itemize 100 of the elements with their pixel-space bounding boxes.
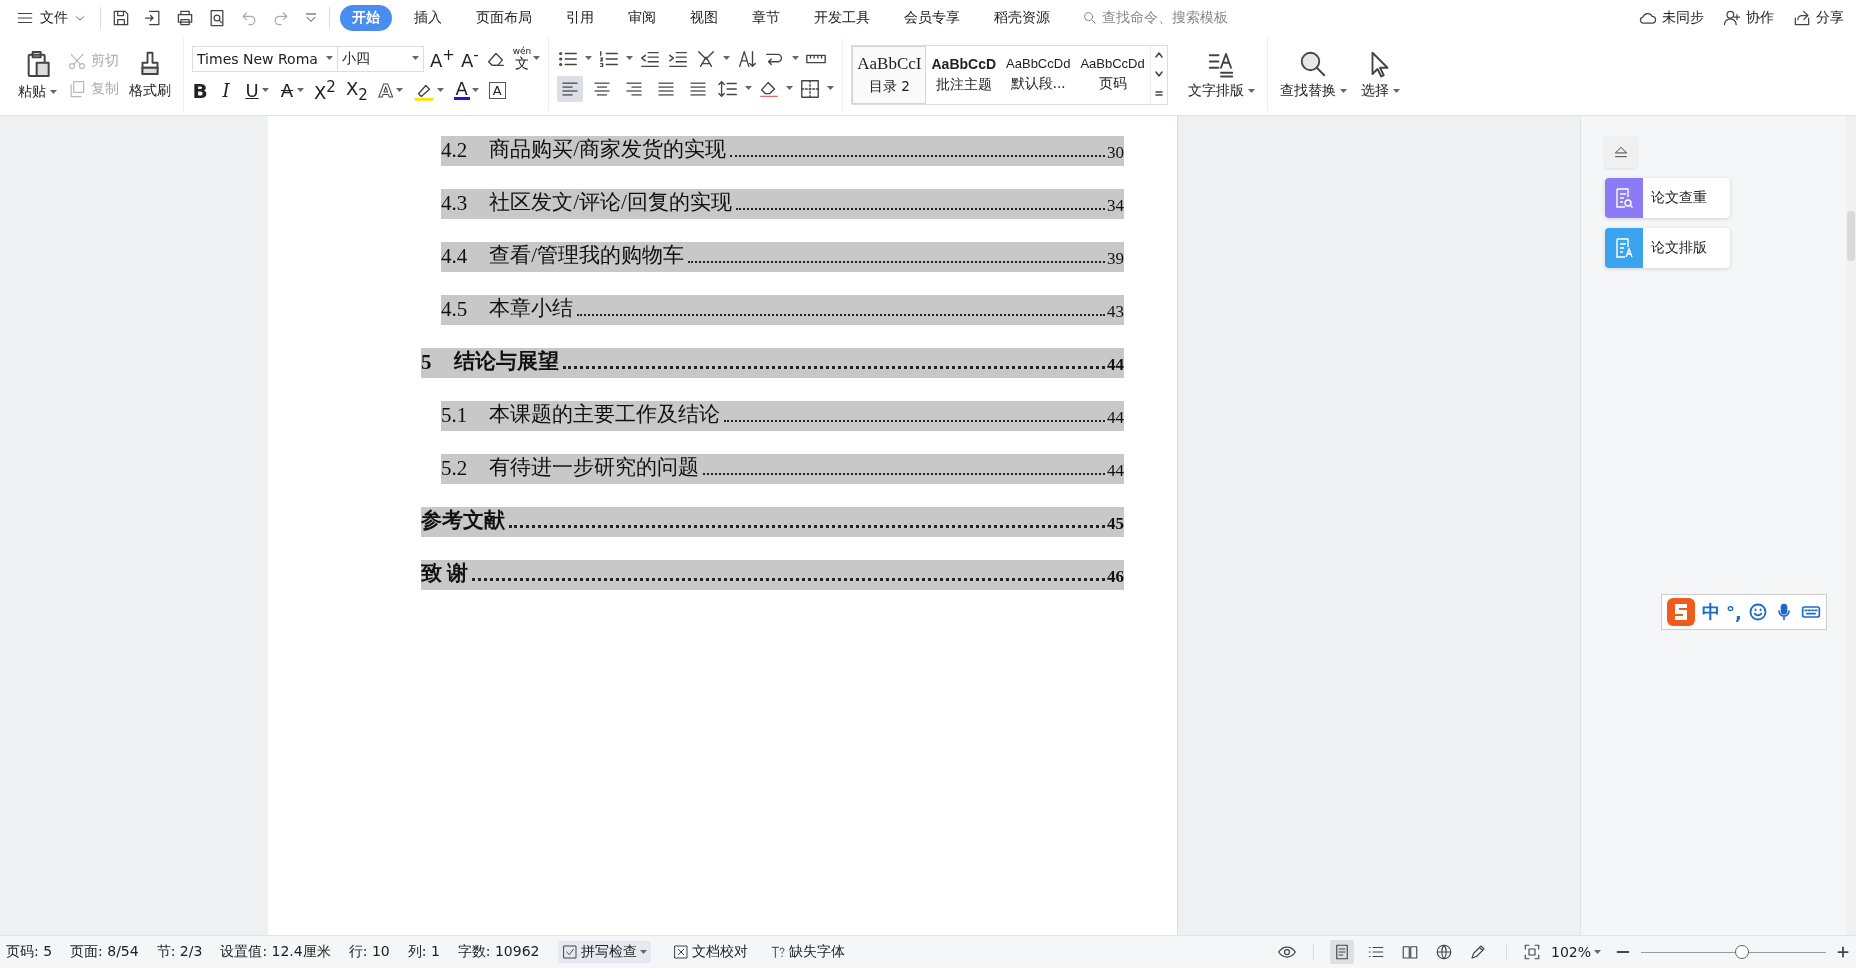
- side-tool-button[interactable]: 论文查重: [1605, 178, 1730, 218]
- checkbox-icon[interactable]: [561, 944, 578, 960]
- close-box-icon[interactable]: [672, 944, 689, 960]
- toc-entry[interactable]: 5.2 有待进一步研究的问题 44: [441, 454, 1124, 484]
- sync-button[interactable]: 未同步: [1638, 8, 1704, 28]
- style-preset[interactable]: AaBbCcI 目录 2: [852, 45, 927, 104]
- side-tool-button[interactable]: 论文排版: [1605, 228, 1730, 268]
- toc-entry[interactable]: 致 谢 46: [421, 560, 1124, 590]
- ribbon-tab[interactable]: 视图: [678, 5, 730, 31]
- paste-button[interactable]: 粘贴: [14, 46, 61, 103]
- caret-icon[interactable]: [1594, 949, 1601, 955]
- outline-button[interactable]: A: [377, 80, 394, 101]
- ribbon-tab[interactable]: 稻壳资源: [982, 5, 1062, 31]
- pinyin-button[interactable]: wén 文: [512, 47, 532, 71]
- share-icon[interactable]: [1792, 8, 1812, 28]
- format-button[interactable]: X$_{2}$: [345, 77, 368, 104]
- status-field: 页码: 5: [6, 943, 53, 961]
- format-button[interactable]: X$^{2}$: [314, 78, 336, 103]
- borders-icon[interactable]: [799, 77, 822, 100]
- grow-font-button[interactable]: A$^{+}$: [430, 46, 455, 72]
- ime-toolbar[interactable]: 中 °,: [1661, 594, 1827, 630]
- toc-entry[interactable]: 4.5 本章小结 43: [441, 295, 1124, 325]
- emoji-icon[interactable]: [1747, 602, 1768, 622]
- toc-entry[interactable]: 5 结论与展望 44: [421, 348, 1124, 378]
- collapse-button[interactable]: [1605, 136, 1637, 168]
- caret-icon[interactable]: [639, 949, 647, 955]
- caret-icon[interactable]: [436, 88, 444, 93]
- caret-icon[interactable]: [792, 56, 800, 61]
- caret-icon[interactable]: [827, 86, 835, 91]
- underline-button[interactable]: U: [244, 80, 260, 101]
- tool-icon-tile[interactable]: [1605, 228, 1643, 268]
- bold-button[interactable]: B: [192, 78, 208, 103]
- scroll-down-icon[interactable]: [1153, 70, 1164, 79]
- missing-fonts-button[interactable]: 缺失字体: [769, 943, 845, 961]
- caret-icon[interactable]: [786, 86, 794, 91]
- collaborate-button[interactable]: 协作: [1722, 8, 1774, 28]
- boxed-button[interactable]: A: [488, 82, 506, 99]
- ribbon-tab[interactable]: 章节: [740, 5, 792, 31]
- ime-punctuation[interactable]: °,: [1726, 601, 1742, 623]
- ribbon-tab[interactable]: 插入: [402, 5, 454, 31]
- style-preset[interactable]: AaBbCcDd 默认段...: [1001, 45, 1076, 104]
- toc-entry[interactable]: 4.2 商品购买/商家发货的实现 30: [441, 136, 1124, 166]
- font-name-field[interactable]: Times New Roma: [192, 45, 338, 72]
- font-help-icon[interactable]: [769, 944, 786, 960]
- expand-gallery-icon[interactable]: [1153, 89, 1164, 98]
- toc-entry[interactable]: 参考文献 45: [421, 507, 1124, 537]
- shrink-font-button[interactable]: A$^{-}$: [460, 46, 479, 72]
- file-menu-label[interactable]: 文件: [40, 9, 68, 27]
- file-menu[interactable]: 文件: [12, 7, 90, 29]
- caret-icon[interactable]: [297, 88, 304, 93]
- caret-icon[interactable]: [1339, 88, 1347, 94]
- style-preset[interactable]: AaBbCcDd 页码: [1075, 45, 1150, 104]
- ribbon-tab[interactable]: 页面布局: [464, 5, 544, 31]
- ribbon-tab[interactable]: 会员专享: [892, 5, 972, 31]
- caret-icon[interactable]: [745, 86, 753, 91]
- document-search-icon[interactable]: [1614, 187, 1634, 209]
- command-search-field[interactable]: 查找命令、搜索模板: [1082, 9, 1228, 27]
- ribbon-tab[interactable]: 引用: [554, 5, 606, 31]
- document-text-icon[interactable]: [1614, 237, 1634, 259]
- toc-entry[interactable]: 4.3 社区发文/评论/回复的实现 34: [441, 189, 1124, 219]
- caret-icon[interactable]: [626, 56, 634, 61]
- caret-icon[interactable]: [50, 89, 57, 95]
- save-icon[interactable]: [111, 8, 131, 28]
- print-icon[interactable]: [175, 8, 195, 28]
- spell-check-button[interactable]: 拼写检查: [557, 941, 651, 963]
- strike-button[interactable]: A: [279, 80, 295, 101]
- caret-icon[interactable]: [471, 88, 479, 93]
- toc-entry[interactable]: 5.1 本课题的主要工作及结论 44: [441, 401, 1124, 431]
- eject-icon[interactable]: [1613, 144, 1629, 160]
- tool-icon-tile[interactable]: [1605, 178, 1643, 218]
- text-layout-button[interactable]: 文字排版: [1183, 47, 1259, 102]
- caret-icon[interactable]: [1247, 88, 1255, 94]
- fit-page-icon[interactable]: [1522, 943, 1541, 961]
- proofread-button[interactable]: 文档校对: [672, 943, 748, 961]
- toc-entry[interactable]: 4.4 查看/管理我的购物车 39: [441, 242, 1124, 272]
- input-method-logo-icon[interactable]: [1666, 597, 1696, 627]
- caret-icon[interactable]: [723, 56, 731, 61]
- style-preset[interactable]: AaBbCcD 批注主题: [926, 45, 1002, 104]
- caret-icon[interactable]: [1392, 88, 1400, 94]
- share-button[interactable]: 分享: [1792, 8, 1844, 28]
- caret-icon[interactable]: [533, 56, 541, 62]
- ime-mode[interactable]: 中: [1702, 600, 1720, 624]
- zoom-in-icon[interactable]: [1836, 945, 1850, 959]
- caret-icon[interactable]: [585, 56, 593, 61]
- slider-thumb[interactable]: [1735, 945, 1750, 959]
- caret-icon[interactable]: [395, 88, 403, 93]
- font-size-field[interactable]: 小四: [338, 45, 424, 72]
- user-add-icon[interactable]: [1722, 8, 1742, 28]
- scroll-up-icon[interactable]: [1153, 51, 1164, 60]
- select-button[interactable]: 选择: [1356, 47, 1404, 102]
- ribbon-tab[interactable]: 审阅: [616, 5, 668, 31]
- caret-icon[interactable]: [326, 56, 333, 62]
- format-painter-button[interactable]: 格式刷: [125, 47, 175, 102]
- zoom-level-button[interactable]: 102%: [1550, 944, 1601, 960]
- find-replace-button[interactable]: 查找替换: [1275, 47, 1351, 102]
- caret-icon[interactable]: [412, 56, 419, 62]
- italic-button[interactable]: I: [218, 80, 234, 101]
- color-button[interactable]: A: [453, 81, 470, 100]
- caret-icon[interactable]: [262, 88, 269, 93]
- ribbon-tab[interactable]: 开发工具: [802, 5, 882, 31]
